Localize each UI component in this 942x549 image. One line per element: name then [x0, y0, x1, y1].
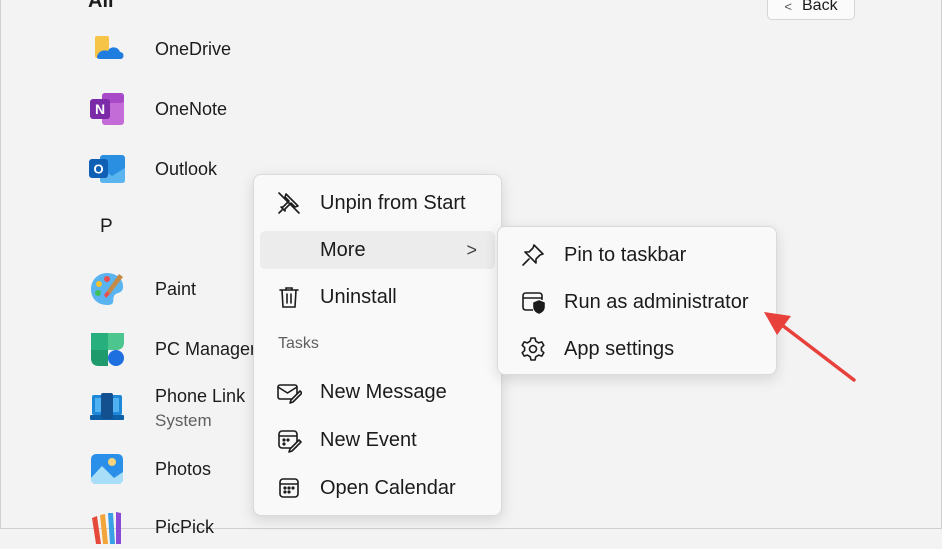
annotation-arrow — [764, 312, 856, 382]
